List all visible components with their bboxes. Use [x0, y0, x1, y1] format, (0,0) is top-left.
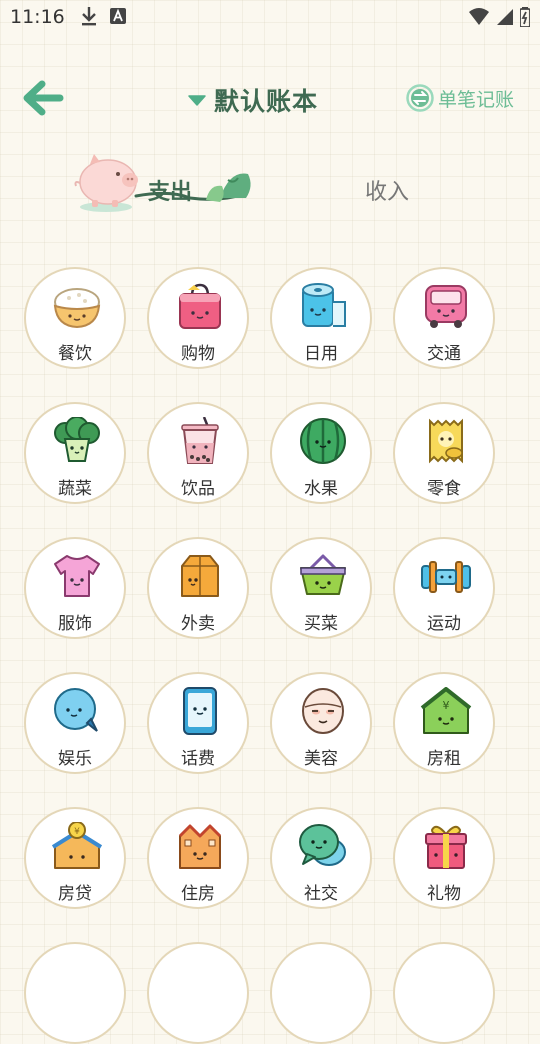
category-label: 零食 [427, 479, 461, 499]
tshirt-icon [54, 555, 100, 597]
category-mortgage[interactable]: ¥ 房贷 [24, 807, 126, 909]
book-title: 默认账本 [214, 87, 319, 116]
type-tabs: 支出 收入 [0, 150, 540, 220]
category-partial[interactable] [270, 942, 372, 1044]
category-snacks[interactable]: 零食 [393, 402, 495, 504]
category-daily[interactable]: 日用 [270, 267, 372, 369]
category-vegetables[interactable]: 蔬菜 [24, 402, 126, 504]
category-partial[interactable] [393, 942, 495, 1044]
category-label: 房贷 [58, 884, 92, 904]
phone-icon [183, 687, 217, 735]
house-yen-icon: ¥ [420, 687, 472, 734]
status-time: 11:16 [10, 6, 65, 28]
battery-charging-icon [520, 7, 530, 27]
building-icon [178, 824, 222, 869]
category-label: 购物 [181, 344, 215, 364]
signal-icon [497, 9, 513, 25]
watermelon-icon [300, 418, 346, 464]
status-icons-left [80, 6, 126, 26]
chips-icon [429, 418, 463, 464]
category-phone-bill[interactable]: 话费 [147, 672, 249, 774]
gift-icon [425, 825, 467, 869]
category-takeout[interactable]: 外卖 [147, 537, 249, 639]
arrow-left-icon[interactable] [20, 78, 66, 118]
dumbbell-icon [421, 561, 471, 593]
category-label: 蔬菜 [58, 479, 92, 499]
status-icons-right [468, 7, 530, 27]
category-label: 房租 [427, 749, 461, 769]
caret-down-icon [188, 95, 206, 106]
tab-income[interactable]: 收入 [365, 174, 409, 206]
shopping-bag-icon [179, 283, 221, 329]
basket-icon [300, 554, 346, 595]
category-groceries[interactable]: 买菜 [270, 537, 372, 639]
category-label: 运动 [427, 614, 461, 634]
category-label: 餐饮 [58, 344, 92, 364]
house-coin-icon: ¥ [51, 822, 103, 869]
header: 默认账本 单笔记账 [0, 70, 540, 130]
category-rent[interactable]: ¥ 房租 [393, 672, 495, 774]
face-mask-icon [302, 688, 344, 734]
tab-expense-label: 支出 [148, 180, 193, 205]
category-transport[interactable]: 交通 [393, 267, 495, 369]
category-label: 外卖 [181, 614, 215, 634]
category-partial[interactable] [147, 942, 249, 1044]
category-label: 饮品 [181, 479, 215, 499]
category-clothing[interactable]: 服饰 [24, 537, 126, 639]
speech-bubbles-icon [299, 824, 346, 866]
category-dining[interactable]: 餐饮 [24, 267, 126, 369]
category-label: 买菜 [304, 614, 338, 634]
rice-bowl-icon [53, 288, 101, 329]
bus-icon [425, 285, 467, 328]
download-icon [82, 7, 96, 26]
takeout-bag-icon [181, 555, 219, 597]
category-label: 水果 [304, 479, 338, 499]
wifi-icon [469, 8, 489, 25]
category-label: 美容 [304, 749, 338, 769]
category-social[interactable]: 社交 [270, 807, 372, 909]
category-label: 礼物 [427, 884, 461, 904]
category-label: 日用 [304, 344, 338, 364]
swap-icon [406, 84, 434, 112]
category-shopping[interactable]: 购物 [147, 267, 249, 369]
category-gift[interactable]: 礼物 [393, 807, 495, 909]
category-label: 社交 [304, 884, 338, 904]
category-fruit[interactable]: 水果 [270, 402, 372, 504]
category-label: 交通 [427, 344, 461, 364]
toilet-paper-icon [302, 283, 346, 327]
bubble-tea-icon [181, 417, 219, 464]
status-bar: 11:16 [0, 0, 540, 36]
category-beauty[interactable]: 美容 [270, 672, 372, 774]
broccoli-icon [54, 417, 100, 462]
category-entertainment[interactable]: 娱乐 [24, 672, 126, 774]
chat-bubble-icon [54, 688, 98, 732]
category-label: 娱乐 [58, 749, 92, 769]
single-entry-button[interactable]: 单笔记账 [406, 84, 514, 112]
book-selector[interactable]: 默认账本 [188, 82, 318, 118]
category-drinks[interactable]: 饮品 [147, 402, 249, 504]
keyboard-a-icon [110, 8, 126, 24]
category-label: 服饰 [58, 614, 92, 634]
svg-text:¥: ¥ [74, 827, 80, 837]
tab-expense[interactable]: 支出 [70, 150, 260, 216]
category-housing[interactable]: 住房 [147, 807, 249, 909]
category-label: 话费 [181, 749, 215, 769]
category-sports[interactable]: 运动 [393, 537, 495, 639]
svg-text:¥: ¥ [443, 699, 450, 712]
single-entry-label: 单笔记账 [437, 88, 514, 111]
category-label: 住房 [181, 884, 215, 904]
category-partial[interactable] [24, 942, 126, 1044]
